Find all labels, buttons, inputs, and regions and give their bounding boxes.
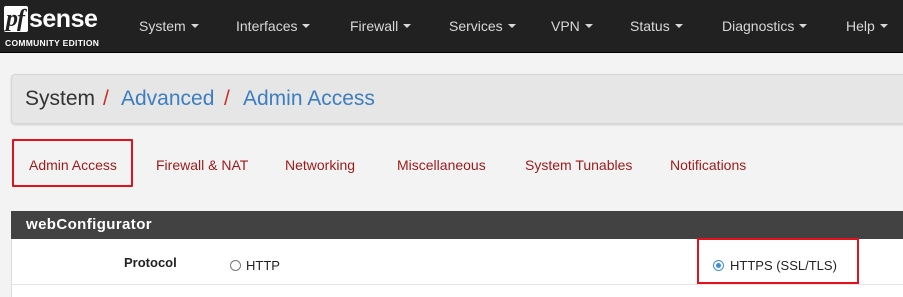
caret-down-icon [507,24,516,29]
nav-status[interactable]: Status [630,0,683,52]
tab-admin-access[interactable]: Admin Access [29,145,117,185]
breadcrumb: System / Advanced / Admin Access [11,74,903,124]
nav-label: System [139,18,186,34]
nav-label: Status [630,18,670,34]
nav-system[interactable]: System [139,0,199,52]
http-radio-label[interactable]: HTTP [246,258,280,273]
caret-down-icon [584,24,593,29]
https-radio[interactable] [713,260,724,271]
breadcrumb-separator: / [103,87,109,110]
http-radio[interactable] [230,260,241,271]
nav-label: Interfaces [236,18,298,34]
breadcrumb-system: System [25,87,96,110]
top-navbar: pf sense COMMUNITY EDITION System Interfa… [0,0,903,53]
protocol-label: Protocol [124,255,177,270]
logo-sense: sense [29,5,98,33]
caret-down-icon [674,24,683,29]
breadcrumb-advanced[interactable]: Advanced [121,75,214,123]
caret-down-icon [302,24,311,29]
https-radio-label[interactable]: HTTPS (SSL/TLS) [730,258,837,273]
nav-services[interactable]: Services [449,0,516,52]
tab-networking[interactable]: Networking [285,145,355,185]
breadcrumb-separator: / [224,87,230,110]
panel-title: webConfigurator [11,211,903,239]
nav-vpn[interactable]: VPN [551,0,593,52]
caret-down-icon [190,24,199,29]
caret-down-icon [799,24,808,29]
logo-pf: pf [4,6,28,32]
nav-help[interactable]: Help [846,0,888,52]
nav-label: Services [449,18,503,34]
pfsense-logo[interactable]: pf sense COMMUNITY EDITION [4,4,112,50]
nav-label: Help [846,18,875,34]
nav-interfaces[interactable]: Interfaces [236,0,311,52]
nav-label: VPN [551,18,580,34]
tab-miscellaneous[interactable]: Miscellaneous [397,145,486,185]
breadcrumb-admin-access[interactable]: Admin Access [243,75,375,123]
tab-system-tunables[interactable]: System Tunables [525,145,632,185]
row-divider [11,284,903,285]
nav-label: Diagnostics [722,18,795,34]
logo-edition: COMMUNITY EDITION [5,38,100,48]
tab-firewall-nat[interactable]: Firewall & NAT [156,145,248,185]
nav-firewall[interactable]: Firewall [350,0,412,52]
logo-wordmark: pf sense [4,4,98,34]
caret-down-icon [879,24,888,29]
nav-diagnostics[interactable]: Diagnostics [722,0,808,52]
nav-label: Firewall [350,18,399,34]
caret-down-icon [403,24,412,29]
tab-notifications[interactable]: Notifications [670,145,746,185]
